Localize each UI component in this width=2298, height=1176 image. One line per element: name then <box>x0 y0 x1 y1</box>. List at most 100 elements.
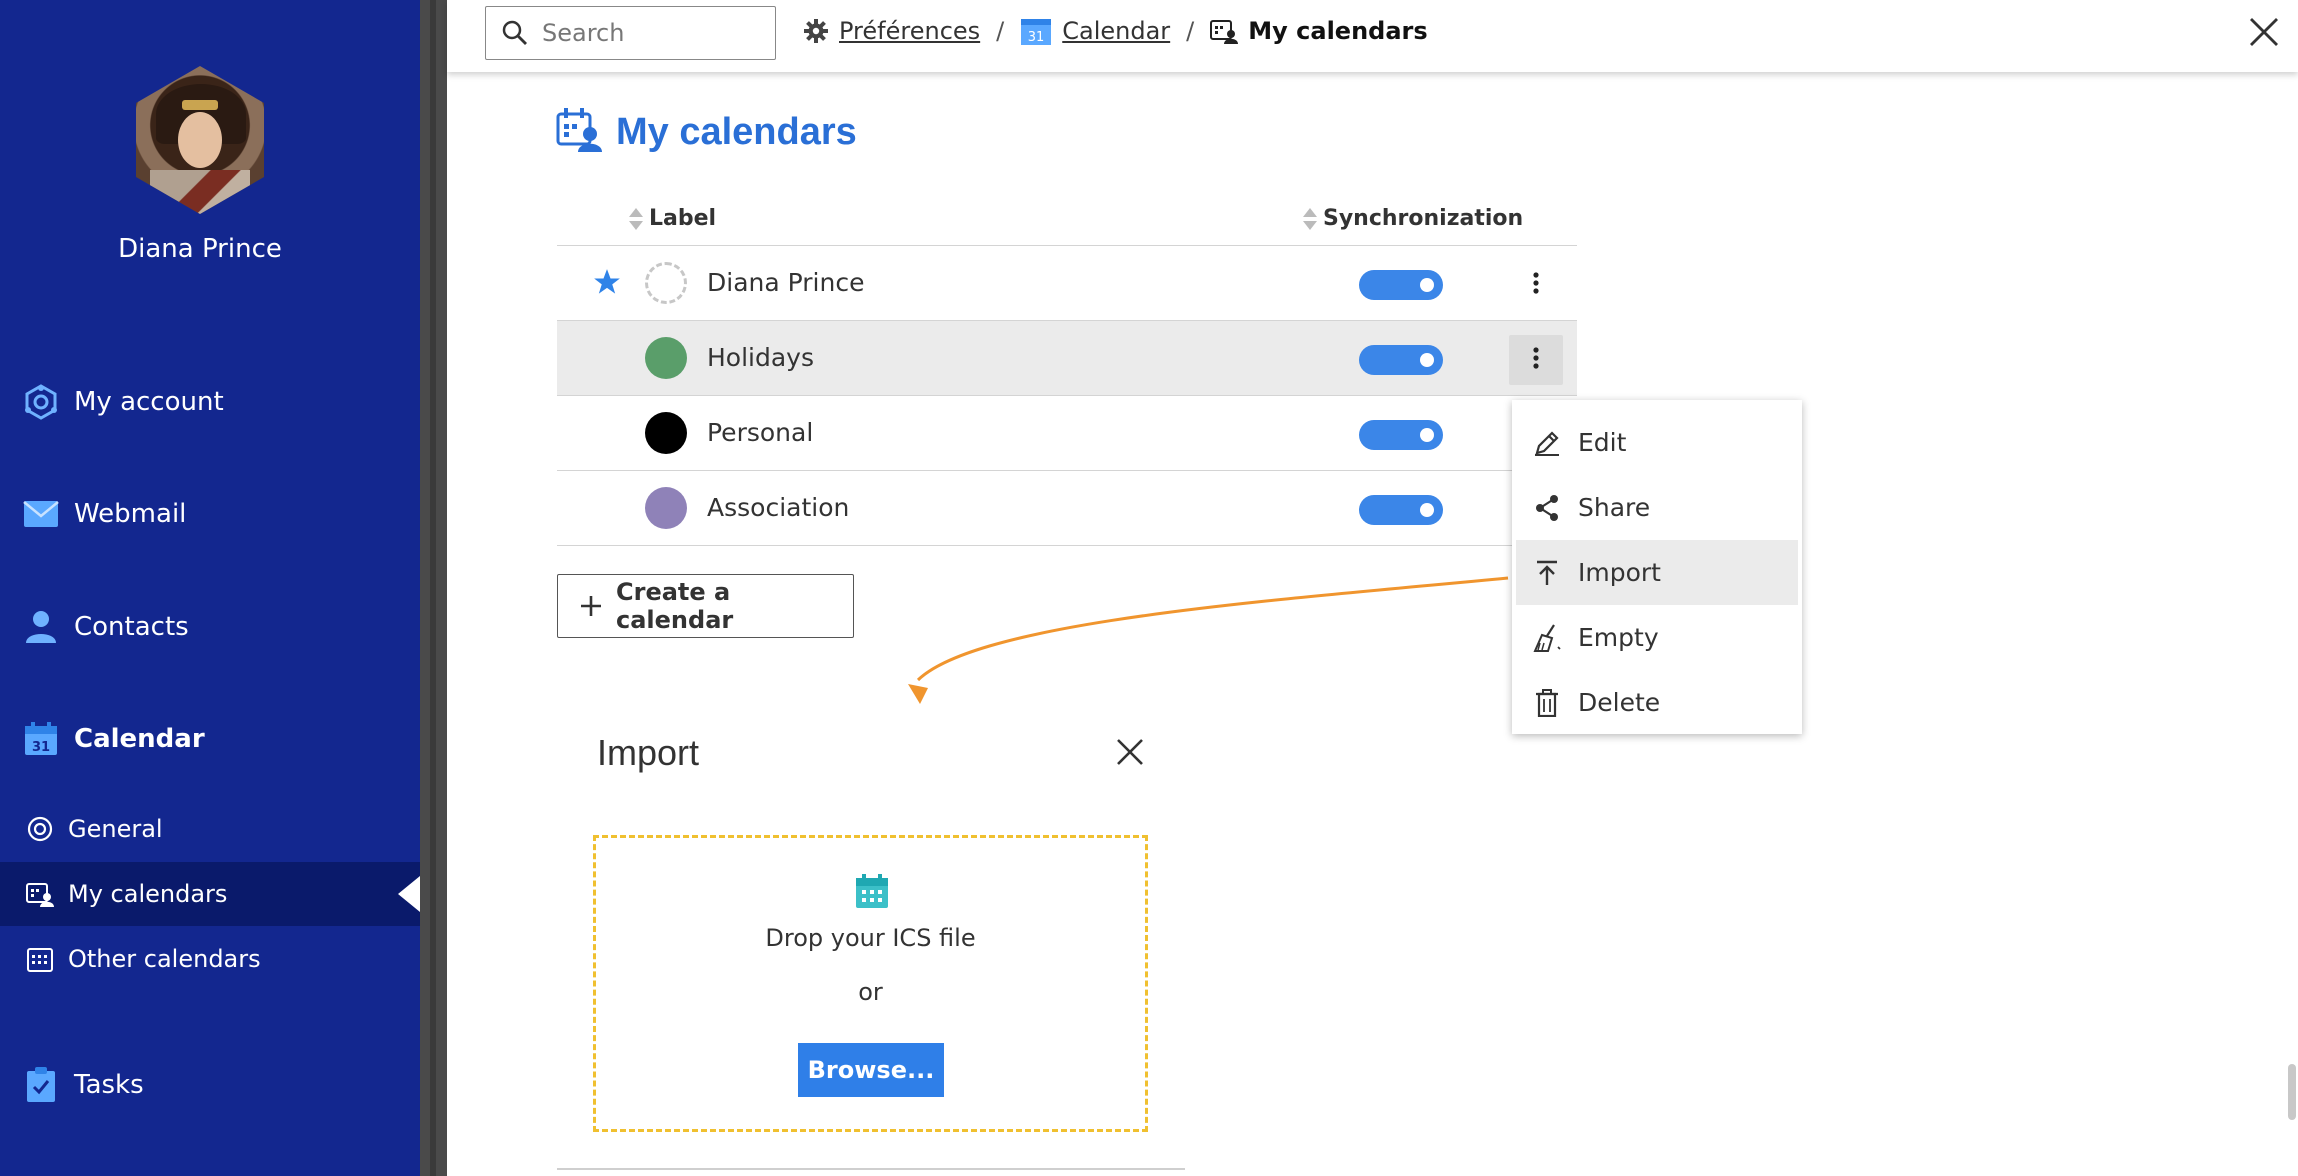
sidebar-item-my-calendars[interactable]: My calendars <box>0 862 420 926</box>
row-menu-button[interactable] <box>1509 260 1563 310</box>
row-context-menu: Edit Share Import Empty Delete <box>1512 400 1802 734</box>
calendar-color-dot <box>645 337 687 379</box>
user-name: Diana Prince <box>118 234 282 264</box>
pencil-icon <box>1530 429 1564 457</box>
menu-item-edit[interactable]: Edit <box>1516 410 1798 475</box>
sidebar-item-general[interactable]: General <box>0 797 420 861</box>
dropzone-or: or <box>858 978 883 1006</box>
sync-toggle[interactable] <box>1359 345 1443 375</box>
nav-webmail-label: Webmail <box>74 499 187 529</box>
trash-icon <box>1530 688 1564 717</box>
nav-tasks-label: Tasks <box>74 1070 144 1100</box>
calendar-user-icon <box>1210 18 1239 44</box>
calendar-color-dot <box>645 487 687 529</box>
scrollbar-thumb[interactable] <box>2288 1064 2296 1120</box>
nav-calendar-label: Calendar <box>74 724 205 754</box>
close-button[interactable] <box>2244 14 2284 54</box>
search-input[interactable] <box>542 19 762 47</box>
browse-button[interactable]: Browse... <box>798 1043 944 1097</box>
close-icon <box>2249 17 2279 51</box>
share-icon <box>1530 494 1564 522</box>
calendar-file-icon <box>854 874 890 914</box>
nav-calendar[interactable]: 31 Calendar <box>0 709 420 769</box>
menu-item-share[interactable]: Share <box>1516 475 1798 540</box>
calendar-user-icon <box>24 878 56 910</box>
nav-tasks[interactable]: Tasks <box>0 1055 420 1115</box>
menu-item-import-label: Import <box>1578 558 1661 587</box>
top-bar: Préférences / 31 Calendar / My calendars <box>447 0 2298 72</box>
gear-icon <box>803 18 829 44</box>
search-icon <box>502 20 528 46</box>
dropzone-text: Drop your ICS file <box>765 924 976 952</box>
column-header-label[interactable]: Label <box>629 206 716 231</box>
plus-icon <box>580 595 602 617</box>
more-vertical-icon <box>1533 347 1539 373</box>
nav-webmail[interactable]: Webmail <box>0 484 420 544</box>
sidebar-item-other-calendars-label: Other calendars <box>68 945 261 973</box>
table-row[interactable]: Diana Prince <box>557 246 1577 321</box>
menu-item-delete[interactable]: Delete <box>1516 670 1798 735</box>
menu-item-share-label: Share <box>1578 493 1651 522</box>
avatar[interactable] <box>136 66 264 214</box>
calendar-label: Personal <box>707 418 814 447</box>
calendar-color-dot <box>645 412 687 454</box>
calendar-label: Holidays <box>707 343 814 372</box>
sidebar: Diana Prince My account Webmail Contacts… <box>0 0 420 1176</box>
breadcrumb-preferences-link[interactable]: Préférences <box>839 17 980 45</box>
import-close-button[interactable] <box>1110 734 1150 774</box>
calendar-label: Diana Prince <box>707 268 865 297</box>
menu-item-empty-label: Empty <box>1578 623 1659 652</box>
svg-text:31: 31 <box>32 740 50 755</box>
breadcrumb-separator: / <box>1186 17 1195 45</box>
table-row[interactable]: Holidays <box>557 321 1577 396</box>
menu-item-edit-label: Edit <box>1578 428 1627 457</box>
sort-icon <box>629 207 643 230</box>
sync-toggle[interactable] <box>1359 270 1443 300</box>
row-menu-button[interactable] <box>1509 335 1563 385</box>
menu-item-delete-label: Delete <box>1578 688 1661 717</box>
create-calendar-button[interactable]: Create a calendar <box>557 574 854 638</box>
column-header-sync[interactable]: Synchronization <box>1303 206 1523 231</box>
sync-toggle[interactable] <box>1359 495 1443 525</box>
star-icon[interactable] <box>593 268 621 296</box>
table-row[interactable]: Personal <box>557 396 1577 471</box>
upload-icon <box>1530 559 1564 587</box>
nav-contacts[interactable]: Contacts <box>0 597 420 657</box>
more-vertical-icon <box>1533 272 1539 298</box>
search-box[interactable] <box>485 6 776 60</box>
calendar-icon: 31 <box>1020 16 1052 46</box>
column-header-sync-text: Synchronization <box>1323 206 1524 231</box>
calendars-table: Label Synchronization Diana Prince Holid… <box>557 196 1577 546</box>
sidebar-item-other-calendars[interactable]: Other calendars <box>0 927 420 991</box>
create-calendar-label: Create a calendar <box>616 578 734 634</box>
calendar-label: Association <box>707 493 850 522</box>
settings-circle-icon <box>24 813 56 845</box>
nav-contacts-label: Contacts <box>74 612 189 642</box>
divider <box>557 1168 1185 1170</box>
menu-item-import[interactable]: Import <box>1516 540 1798 605</box>
import-dialog-title: Import <box>597 732 700 773</box>
sidebar-item-general-label: General <box>68 815 163 843</box>
menu-item-empty[interactable]: Empty <box>1516 605 1798 670</box>
scrollbar[interactable] <box>2286 72 2298 1176</box>
calendar-icon: 31 <box>22 720 60 758</box>
contact-icon <box>22 608 60 646</box>
breadcrumb: Préférences / 31 Calendar / My calendars <box>803 16 1428 46</box>
page-header: My calendars <box>556 108 857 156</box>
nav-my-account-label: My account <box>74 387 224 417</box>
sidebar-resize-handle[interactable] <box>420 0 447 1176</box>
nav-my-account[interactable]: My account <box>0 372 420 432</box>
broom-icon <box>1530 623 1564 653</box>
table-row[interactable]: Association <box>557 471 1577 546</box>
close-icon <box>1116 738 1144 770</box>
ics-dropzone[interactable]: Drop your ICS file or Browse... <box>593 835 1148 1132</box>
page-title: My calendars <box>616 110 857 153</box>
breadcrumb-calendar-link[interactable]: Calendar <box>1062 17 1170 45</box>
tasks-icon <box>22 1066 60 1104</box>
sidebar-item-my-calendars-label: My calendars <box>68 880 228 908</box>
sync-toggle[interactable] <box>1359 420 1443 450</box>
calendar-icon-day: 31 <box>1028 30 1045 45</box>
breadcrumb-current: My calendars <box>1248 17 1428 45</box>
breadcrumb-separator: / <box>996 17 1005 45</box>
mail-icon <box>22 495 60 533</box>
